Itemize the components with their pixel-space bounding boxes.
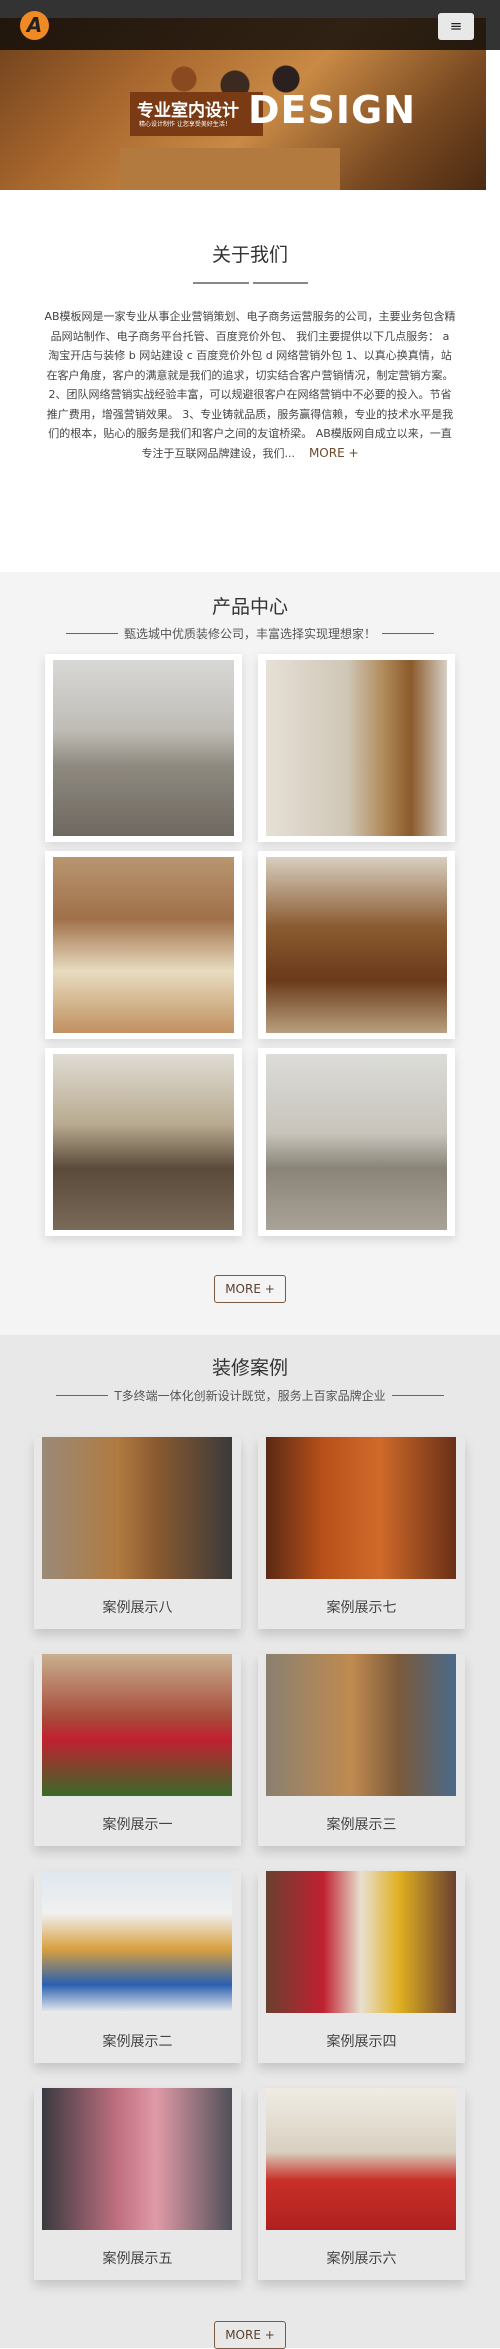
case-label: 案例展示四 xyxy=(326,2034,397,2050)
case-label: 案例展示五 xyxy=(102,2251,173,2267)
product-card[interactable] xyxy=(258,851,455,1039)
hero-title-en: DESIGN xyxy=(248,88,417,132)
product-image xyxy=(266,857,447,1033)
case-image xyxy=(266,1871,456,2013)
case-card[interactable]: 案例展示七 xyxy=(258,1437,465,1629)
case-label: 案例展示三 xyxy=(326,1817,397,1833)
case-image xyxy=(42,1437,232,1579)
product-image xyxy=(53,660,234,836)
case-label: 案例展示八 xyxy=(102,1600,173,1616)
about-text: AB模板网是一家专业从事企业营销策划、电子商务运营服务的公司，主要业务包含精品网… xyxy=(44,307,456,463)
case-image xyxy=(266,2088,456,2230)
navbar xyxy=(0,18,486,50)
products-subtitle: 甄选城中优质装修公司，丰富选择实现理想家！ xyxy=(0,625,500,642)
case-label: 案例展示二 xyxy=(102,2034,173,2050)
title-divider xyxy=(193,282,308,284)
products-more-button[interactable]: MORE + xyxy=(214,1275,286,1303)
cases-title: 装修案例 xyxy=(211,1357,288,1379)
case-card[interactable]: 案例展示四 xyxy=(258,1871,465,2063)
product-image xyxy=(53,1054,234,1230)
product-card[interactable] xyxy=(45,851,242,1039)
menu-button[interactable]: ≡ xyxy=(438,13,474,40)
cases-subtitle-text: T多终端一体化创新设计既觉，服务上百家品牌企业 xyxy=(114,1389,386,1403)
case-image xyxy=(42,2088,232,2230)
product-card[interactable] xyxy=(45,1048,242,1236)
hamburger-icon: ≡ xyxy=(449,17,463,35)
hero-title-cn: 专业室内设计 xyxy=(137,101,239,121)
cases-section: 装修案例 T多终端一体化创新设计既觉，服务上百家品牌企业 案例展示八 案例展示七… xyxy=(0,1335,500,2349)
about-title: 关于我们 xyxy=(211,244,288,266)
case-card[interactable]: 案例展示五 xyxy=(34,2088,241,2280)
product-image xyxy=(266,660,447,836)
about-more-link[interactable]: MORE + xyxy=(309,446,359,460)
products-section: 产品中心 甄选城中优质装修公司，丰富选择实现理想家！ MORE + xyxy=(0,572,500,1335)
hero-subtitle: 精心设计制作 让您享受美好生活！ xyxy=(139,121,231,128)
case-label: 案例展示一 xyxy=(102,1817,173,1833)
case-image xyxy=(266,1437,456,1579)
case-card[interactable]: 案例展示六 xyxy=(258,2088,465,2280)
products-subtitle-text: 甄选城中优质装修公司，丰富选择实现理想家！ xyxy=(123,627,376,641)
case-label: 案例展示七 xyxy=(326,1600,397,1616)
cases-more-button[interactable]: MORE + xyxy=(214,2321,286,2349)
products-title: 产品中心 xyxy=(211,596,288,618)
logo[interactable]: A xyxy=(20,11,49,40)
about-body: AB模板网是一家专业从事企业营销策划、电子商务运营服务的公司，主要业务包含精品网… xyxy=(44,310,456,460)
case-card[interactable]: 案例展示八 xyxy=(34,1437,241,1629)
case-card[interactable]: 案例展示三 xyxy=(258,1654,465,1846)
product-image xyxy=(53,857,234,1033)
product-card[interactable] xyxy=(45,654,242,842)
product-image xyxy=(266,1054,447,1230)
banner-counter-decoration xyxy=(120,148,340,190)
product-card[interactable] xyxy=(258,1048,455,1236)
case-image xyxy=(266,1654,456,1796)
product-card[interactable] xyxy=(258,654,455,842)
cases-subtitle: T多终端一体化创新设计既觉，服务上百家品牌企业 xyxy=(0,1387,500,1404)
case-image xyxy=(42,1871,232,2013)
case-card[interactable]: 案例展示二 xyxy=(34,1871,241,2063)
case-image xyxy=(42,1654,232,1796)
case-label: 案例展示六 xyxy=(326,2251,397,2267)
case-card[interactable]: 案例展示一 xyxy=(34,1654,241,1846)
